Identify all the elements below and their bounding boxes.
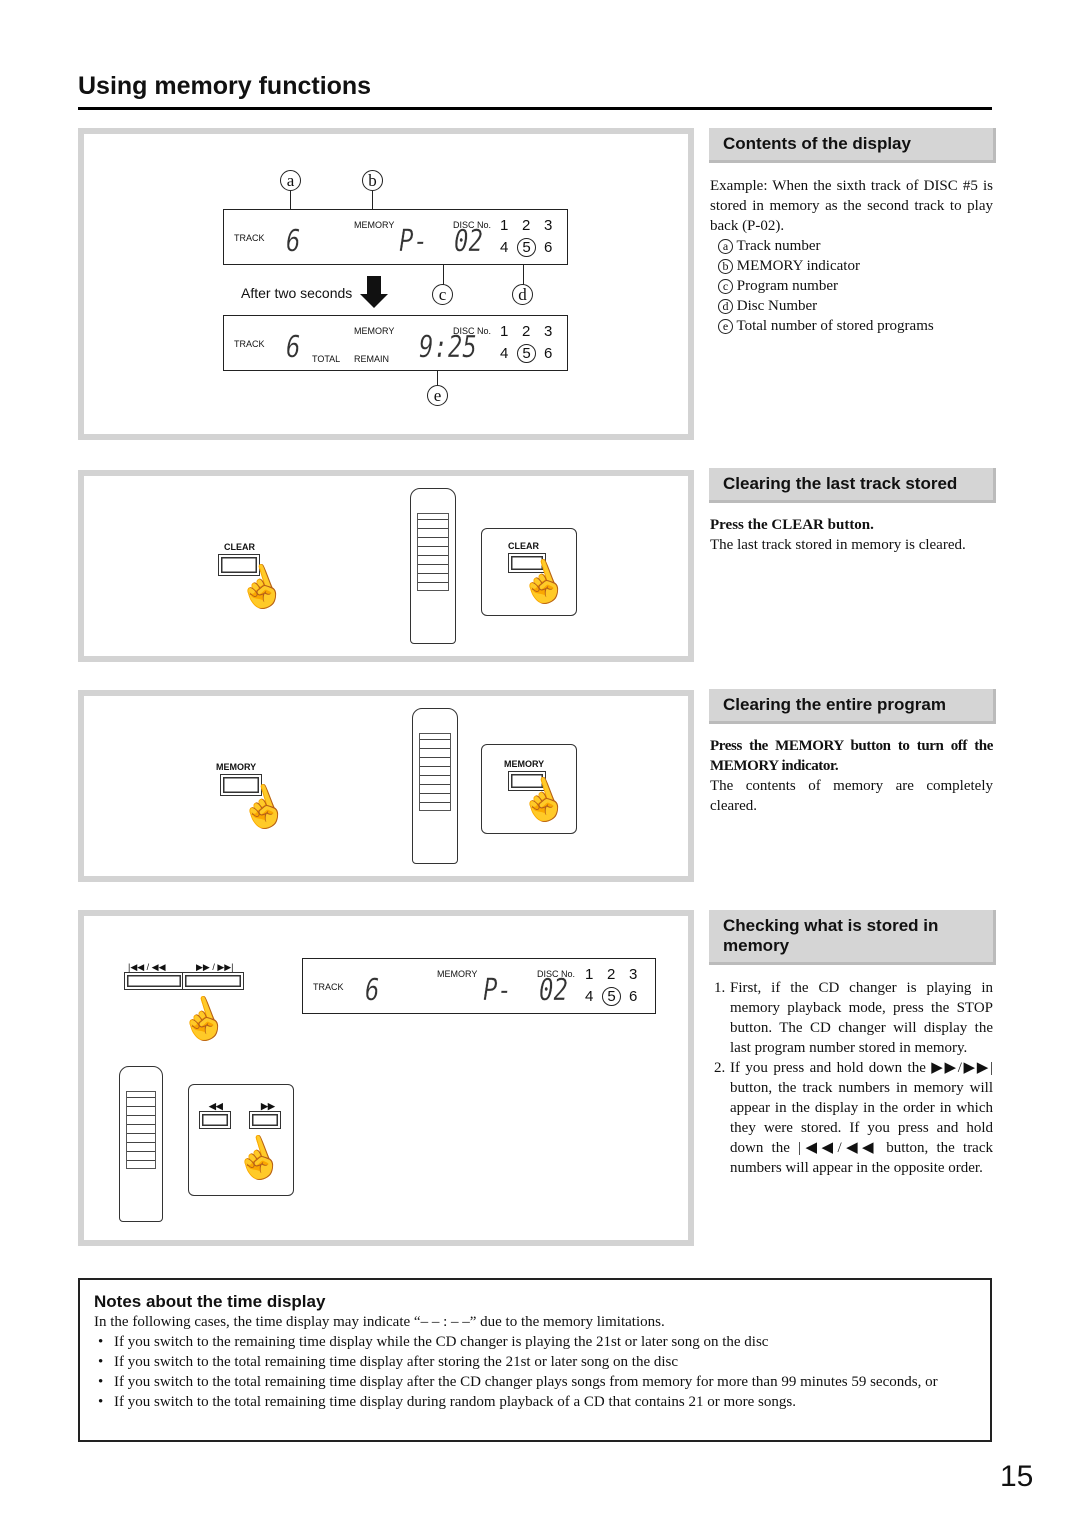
display-program: TRACK MEMORY DISC No. 6 P- 02 123 456 (223, 209, 568, 265)
page-title: Using memory functions (78, 72, 372, 100)
remote-control (410, 488, 456, 644)
display-diagram-panel: a b TRACK MEMORY DISC No. 6 P- 02 123 45… (78, 128, 694, 440)
note-item: If you switch to the total remaining tim… (94, 1392, 984, 1412)
memory-label: MEMORY (216, 762, 257, 772)
clear-last-text: Press the CLEAR button. The last track s… (710, 517, 966, 553)
search-callout: ◀◀ ▶▶ ☝ (188, 1084, 294, 1196)
heading-checking: Checking what is stored in memory (709, 910, 996, 965)
after-two-seconds-label: After two seconds (241, 285, 353, 301)
memory-diagram-panel: MEMORY ☝ MEMORY ☝ (78, 690, 694, 882)
hand-pointer-icon: ☝ (226, 1128, 290, 1189)
title-rule (78, 107, 992, 110)
label-a: a (280, 170, 301, 191)
notes-heading: Notes about the time display (94, 1292, 326, 1311)
note-item: If you switch to the total remaining tim… (94, 1372, 984, 1392)
clear-all-text: Press the MEMORY button to turn off the … (710, 738, 993, 814)
display-check: TRACK MEMORY DISC No. 6 P- 02 123 456 (302, 958, 656, 1014)
clear-callout: CLEAR ☝ (481, 528, 577, 616)
contents-text: Example: When the sixth track of DISC #5… (710, 178, 993, 334)
skip-forward-button[interactable] (182, 972, 244, 990)
hand-pointer-icon: ☝ (171, 989, 235, 1050)
label-c: c (432, 284, 453, 305)
skip-back-button[interactable] (124, 972, 184, 990)
heading-contents: Contents of the display (709, 128, 996, 163)
note-item: If you switch to the remaining time disp… (94, 1332, 984, 1352)
heading-clear-all: Clearing the entire program (709, 689, 996, 724)
label-b: b (362, 170, 383, 191)
heading-clear-last: Clearing the last track stored (709, 468, 996, 503)
label-d: d (512, 284, 533, 305)
remote-forward-button[interactable] (249, 1111, 281, 1129)
down-arrow-icon (367, 276, 381, 294)
remote-control (119, 1066, 163, 1222)
remote-control (412, 708, 458, 864)
check-diagram-panel: |◀◀ / ◀◀ ▶▶ / ▶▶| ☝ TRACK MEMORY DISC No… (78, 910, 694, 1246)
manual-page: Using memory functions a b TRACK MEMORY … (0, 0, 1080, 1528)
remote-rewind-button[interactable] (199, 1111, 231, 1129)
label-e: e (427, 385, 448, 406)
note-item: If you switch to the total remaining tim… (94, 1352, 984, 1372)
notes-box: Notes about the time display In the foll… (78, 1278, 992, 1442)
memory-callout: MEMORY ☝ (481, 744, 577, 834)
clear-label: CLEAR (224, 542, 255, 552)
page-number: 15 (1000, 1460, 1034, 1493)
display-total: TRACK MEMORY DISC No. 6 TOTAL REMAIN 9:2… (223, 315, 568, 371)
clear-diagram-panel: CLEAR ☝ CLEAR ☝ (78, 470, 694, 662)
checking-text: 1. First, if the CD changer is playing in… (714, 980, 993, 1176)
